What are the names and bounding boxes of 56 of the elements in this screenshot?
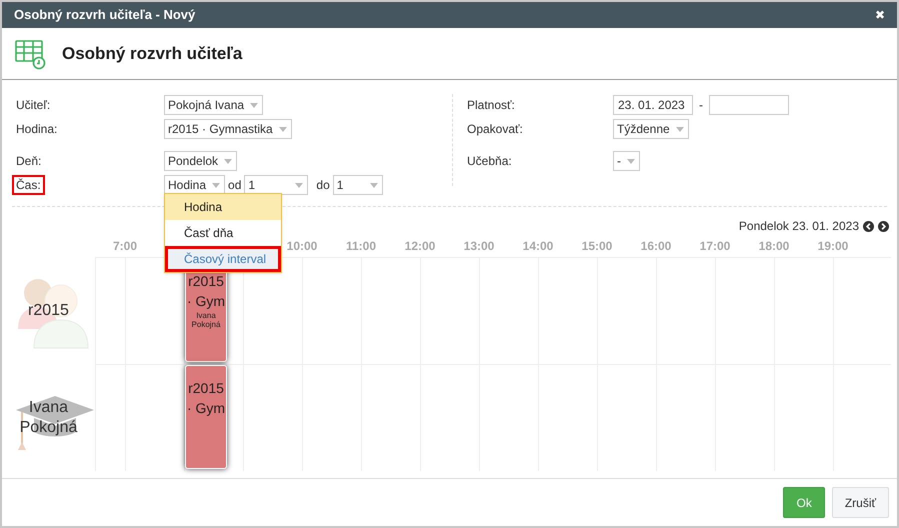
menu-item[interactable]: Časový interval xyxy=(165,246,281,272)
hour-label: 12:00 xyxy=(404,238,436,255)
calendar-clock-icon xyxy=(14,38,46,70)
event-block[interactable]: r2015 · Gym xyxy=(185,365,227,469)
caret-icon xyxy=(224,158,232,164)
dropdown[interactable]: - xyxy=(613,151,640,171)
dropdown[interactable]: Pondelok xyxy=(164,151,238,171)
caret-icon xyxy=(676,126,684,132)
from-label: od xyxy=(228,177,242,194)
event-title: r2015 · Gym xyxy=(186,379,226,418)
event-subtitle: Ivana Pokojná xyxy=(190,311,222,329)
field-label: Čas: xyxy=(12,175,45,195)
field-label: Učebňa: xyxy=(466,153,513,170)
hour-label: 13:00 xyxy=(464,238,494,255)
hour-label: 11:00 xyxy=(346,238,376,255)
field-label: Opakovať: xyxy=(466,121,524,138)
field-label: Platnosť: xyxy=(466,97,516,114)
hour-label: 15:00 xyxy=(582,238,612,255)
hour-label: 17:00 xyxy=(700,238,730,255)
hour-label: 18:00 xyxy=(758,238,790,255)
hour-label: 19:00 xyxy=(818,238,848,255)
date-field[interactable]: 23. 01. 2023 xyxy=(613,95,693,115)
dropdown[interactable]: Hodina xyxy=(164,175,226,195)
window-title: Osobný rozvrh učiteľa - Nový xyxy=(14,6,196,24)
date-label: Pondelok 23. 01. 2023 xyxy=(738,218,859,235)
field-label: Učiteľ: xyxy=(15,97,52,114)
range-separator: - xyxy=(699,97,703,114)
hour-label: 10:00 xyxy=(286,238,318,255)
event-title: r2015 · Gym xyxy=(186,272,226,311)
caret-icon xyxy=(627,158,635,164)
dropdown[interactable]: 1 xyxy=(332,175,383,195)
close-button[interactable]: ✖ xyxy=(875,9,885,21)
to-label: do xyxy=(316,177,330,194)
caret-icon xyxy=(370,182,378,188)
previous-icon[interactable] xyxy=(863,220,874,232)
caret-icon xyxy=(295,182,304,188)
caret-icon xyxy=(212,182,220,188)
menu-item[interactable]: Časť dňa xyxy=(165,220,281,246)
cancel-button[interactable]: Zrušiť xyxy=(832,487,889,518)
caret-icon xyxy=(278,126,287,132)
menu-item[interactable]: Hodina xyxy=(165,194,281,220)
dropdown[interactable]: r2015 · Gymnastika xyxy=(164,119,292,139)
next-icon[interactable] xyxy=(878,220,889,232)
row-label: r2015 xyxy=(28,300,69,320)
hour-label: 14:00 xyxy=(522,238,554,255)
dropdown[interactable]: 1 xyxy=(244,175,308,195)
field-label: Hodina: xyxy=(15,121,58,138)
field-label: Deň: xyxy=(15,153,42,170)
row-label: Ivana Pokojná xyxy=(18,398,78,438)
dropdown[interactable]: Týždenne xyxy=(613,119,689,139)
hour-label: 16:00 xyxy=(640,238,672,255)
date-field[interactable] xyxy=(709,95,789,115)
hour-label: 7:00 xyxy=(112,238,138,255)
page-title: Osobný rozvrh učiteľa xyxy=(62,42,242,65)
caret-icon xyxy=(250,102,258,108)
dropdown[interactable]: Pokojná Ivana xyxy=(164,95,264,115)
